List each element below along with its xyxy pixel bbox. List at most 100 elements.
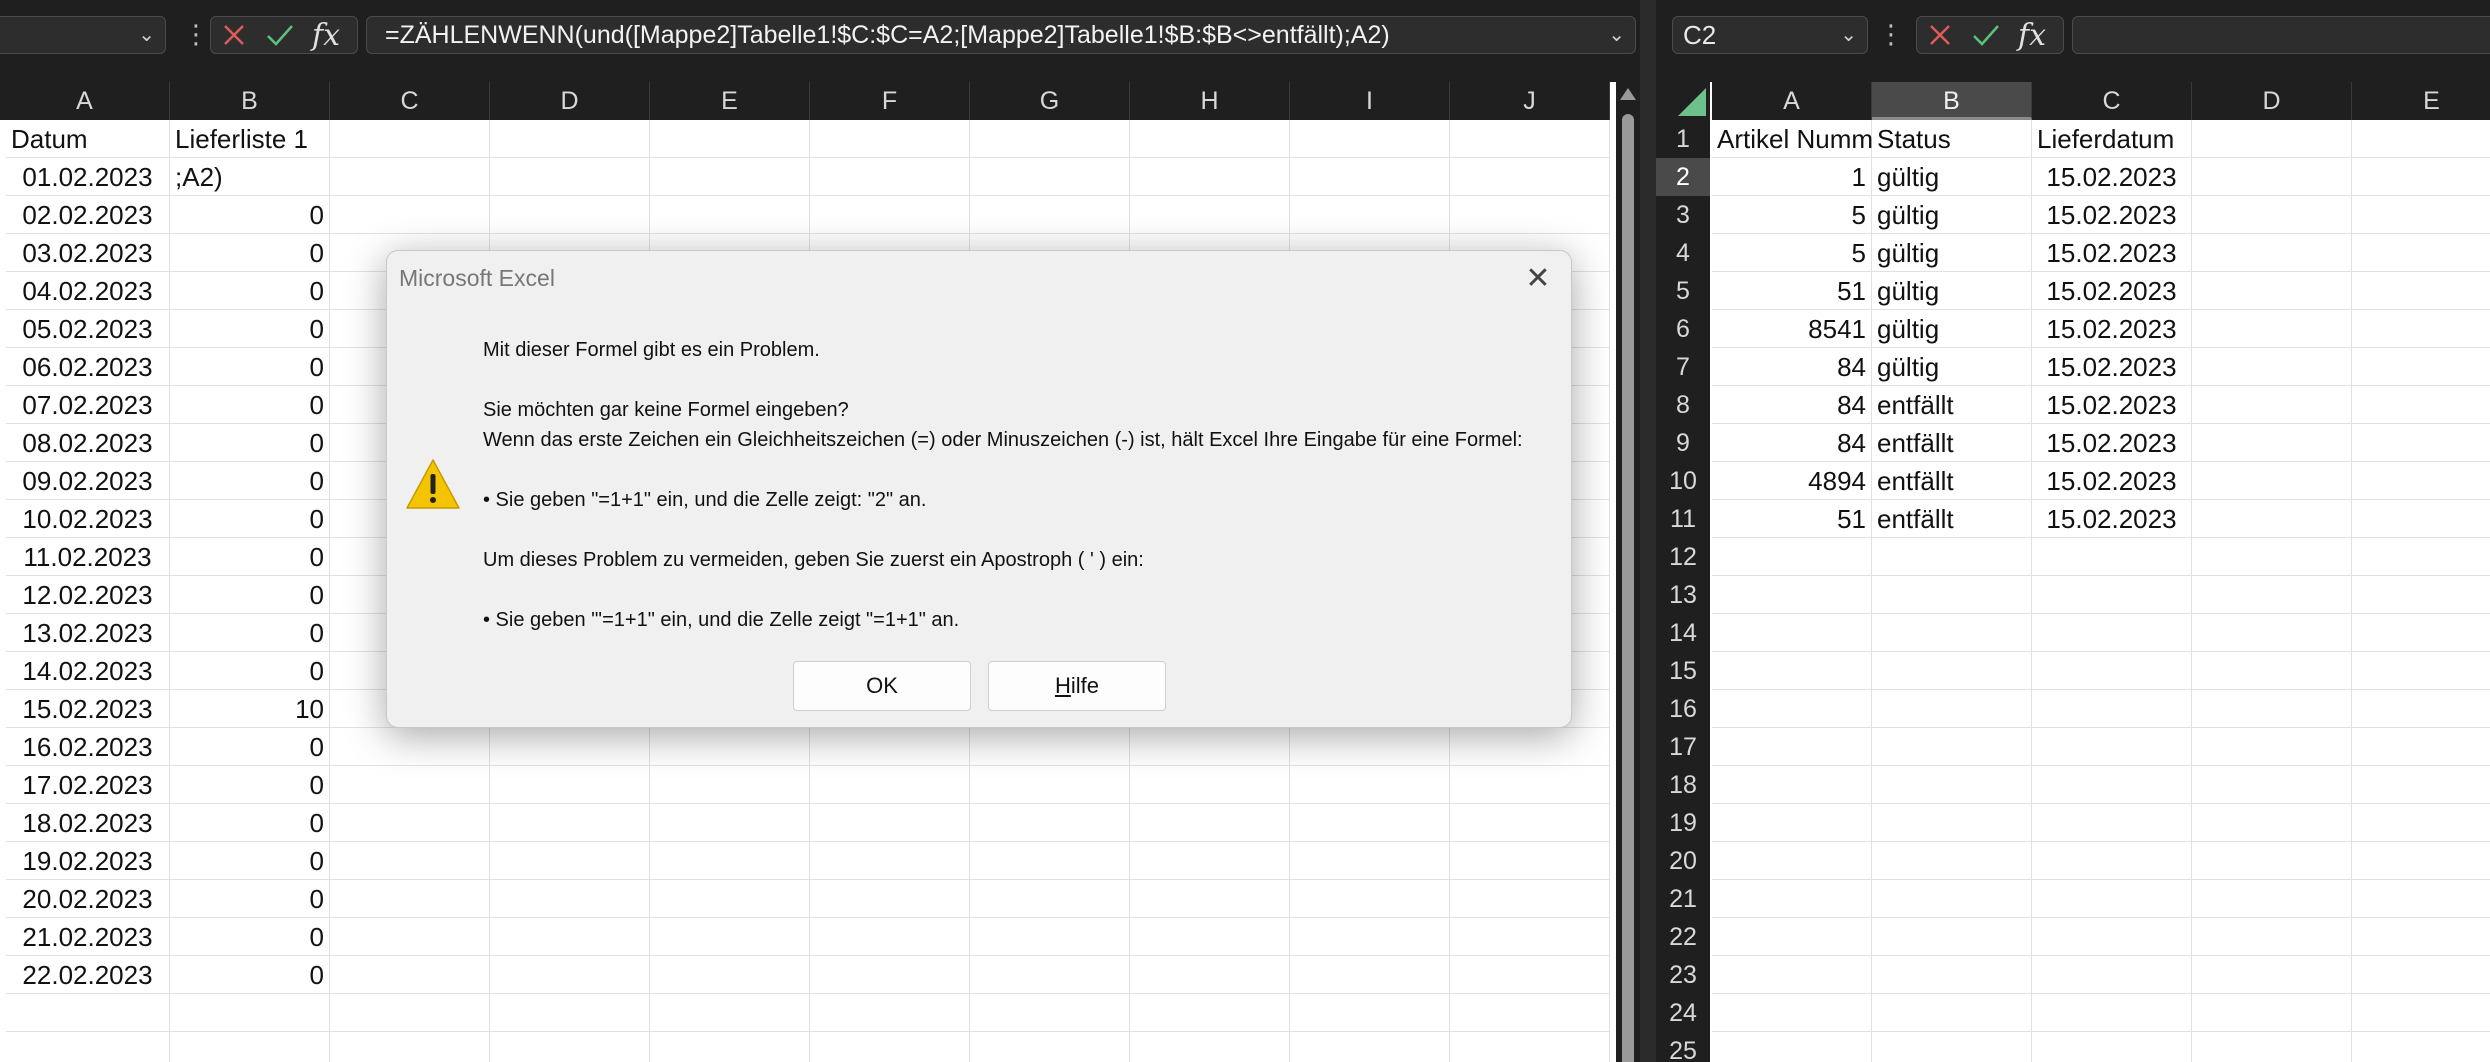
table-cell[interactable]	[1290, 994, 1450, 1032]
table-cell[interactable]	[2352, 690, 2490, 728]
table-cell[interactable]	[810, 994, 970, 1032]
table-cell[interactable]	[2192, 728, 2352, 766]
table-cell[interactable]	[490, 1032, 650, 1062]
table-cell[interactable]	[490, 766, 650, 804]
table-cell[interactable]: 0	[170, 804, 330, 842]
table-cell[interactable]	[1712, 728, 1872, 766]
table-cell[interactable]	[1712, 994, 1872, 1032]
row-header[interactable]: 18	[1656, 766, 1710, 804]
table-cell[interactable]	[330, 120, 490, 158]
table-cell[interactable]	[1130, 196, 1290, 234]
table-cell[interactable]	[2352, 956, 2490, 994]
cancel-icon[interactable]	[1917, 17, 1963, 53]
table-cell[interactable]	[1872, 918, 2032, 956]
table-cell[interactable]	[810, 1032, 970, 1062]
table-cell[interactable]	[2352, 348, 2490, 386]
table-cell[interactable]	[1290, 804, 1450, 842]
table-cell[interactable]	[330, 880, 490, 918]
table-cell[interactable]	[970, 196, 1130, 234]
cancel-icon[interactable]	[211, 17, 257, 53]
table-cell[interactable]	[2352, 196, 2490, 234]
row-header[interactable]: 10	[1656, 462, 1710, 500]
row-header[interactable]: 23	[1656, 956, 1710, 994]
table-cell[interactable]: 15.02.2023	[2032, 348, 2192, 386]
table-cell[interactable]: 21.02.2023	[6, 918, 170, 956]
sheet-grid-right[interactable]: Artikel Numm Status Lieferdatum 1 gültig 15.0…	[1712, 120, 2490, 1062]
table-cell[interactable]	[650, 842, 810, 880]
table-cell[interactable]: gültig	[1872, 196, 2032, 234]
column-header-e[interactable]: E	[2352, 82, 2490, 120]
table-cell[interactable]: 0	[170, 348, 330, 386]
table-cell[interactable]	[2032, 842, 2192, 880]
more-options-icon[interactable]: ⋮	[1878, 16, 1904, 52]
table-cell[interactable]	[2192, 462, 2352, 500]
table-cell[interactable]	[2352, 158, 2490, 196]
table-cell[interactable]	[810, 804, 970, 842]
table-cell[interactable]	[2192, 652, 2352, 690]
table-cell[interactable]	[1290, 728, 1450, 766]
table-cell[interactable]	[2032, 804, 2192, 842]
table-cell[interactable]	[490, 918, 650, 956]
table-cell[interactable]: 8541	[1712, 310, 1872, 348]
table-cell[interactable]: 15.02.2023	[2032, 500, 2192, 538]
table-cell[interactable]	[170, 994, 330, 1032]
table-cell[interactable]	[1130, 120, 1290, 158]
table-cell[interactable]	[810, 120, 970, 158]
table-cell[interactable]	[1130, 918, 1290, 956]
table-cell[interactable]: 13.02.2023	[6, 614, 170, 652]
table-cell[interactable]	[2352, 500, 2490, 538]
column-header-b[interactable]: B	[170, 82, 330, 120]
table-cell[interactable]	[970, 766, 1130, 804]
table-cell[interactable]	[490, 880, 650, 918]
row-header[interactable]: 20	[1656, 842, 1710, 880]
table-cell[interactable]	[2192, 1032, 2352, 1062]
table-cell[interactable]	[2352, 272, 2490, 310]
table-cell[interactable]	[2352, 538, 2490, 576]
table-cell[interactable]: 15.02.2023	[2032, 196, 2192, 234]
table-cell[interactable]	[2192, 956, 2352, 994]
table-cell[interactable]	[2352, 576, 2490, 614]
table-cell[interactable]: 0	[170, 918, 330, 956]
table-cell[interactable]: 51	[1712, 272, 1872, 310]
enter-check-icon[interactable]	[257, 17, 303, 53]
table-cell[interactable]	[810, 956, 970, 994]
row-header[interactable]: 2	[1656, 158, 1710, 196]
table-cell[interactable]	[490, 842, 650, 880]
table-cell[interactable]	[1450, 994, 1610, 1032]
table-cell[interactable]	[1712, 1032, 1872, 1062]
formula-input-right[interactable]	[2072, 16, 2490, 54]
row-header[interactable]: 12	[1656, 538, 1710, 576]
table-cell[interactable]	[1872, 576, 2032, 614]
close-icon[interactable]: ✕	[1523, 261, 1553, 296]
table-cell[interactable]	[970, 728, 1130, 766]
table-cell[interactable]: 10.02.2023	[6, 500, 170, 538]
table-cell[interactable]: gültig	[1872, 348, 2032, 386]
table-cell[interactable]	[1712, 880, 1872, 918]
row-header[interactable]: 19	[1656, 804, 1710, 842]
help-button[interactable]: Hilfe	[988, 661, 1166, 711]
table-cell[interactable]: 0	[170, 310, 330, 348]
table-cell[interactable]: gültig	[1872, 158, 2032, 196]
table-cell[interactable]	[1712, 804, 1872, 842]
name-box[interactable]: ⌄	[0, 16, 166, 54]
table-cell[interactable]: ;A2)	[170, 158, 330, 196]
column-header-d[interactable]: D	[2192, 82, 2352, 120]
column-header-h[interactable]: H	[1130, 82, 1290, 120]
table-cell[interactable]	[1290, 842, 1450, 880]
table-cell[interactable]	[6, 994, 170, 1032]
table-cell[interactable]	[970, 842, 1130, 880]
row-header[interactable]: 3	[1656, 196, 1710, 234]
window-divider[interactable]	[1640, 0, 1656, 1062]
table-cell[interactable]	[2032, 956, 2192, 994]
table-cell[interactable]	[1130, 728, 1290, 766]
table-cell[interactable]: 84	[1712, 348, 1872, 386]
table-cell[interactable]: 16.02.2023	[6, 728, 170, 766]
table-cell[interactable]: 0	[170, 766, 330, 804]
table-cell[interactable]	[2352, 614, 2490, 652]
table-cell[interactable]	[1450, 120, 1610, 158]
column-header-e[interactable]: E	[650, 82, 810, 120]
table-cell[interactable]	[2352, 804, 2490, 842]
table-cell[interactable]: 18.02.2023	[6, 804, 170, 842]
table-cell[interactable]: 0	[170, 500, 330, 538]
table-cell[interactable]: 07.02.2023	[6, 386, 170, 424]
